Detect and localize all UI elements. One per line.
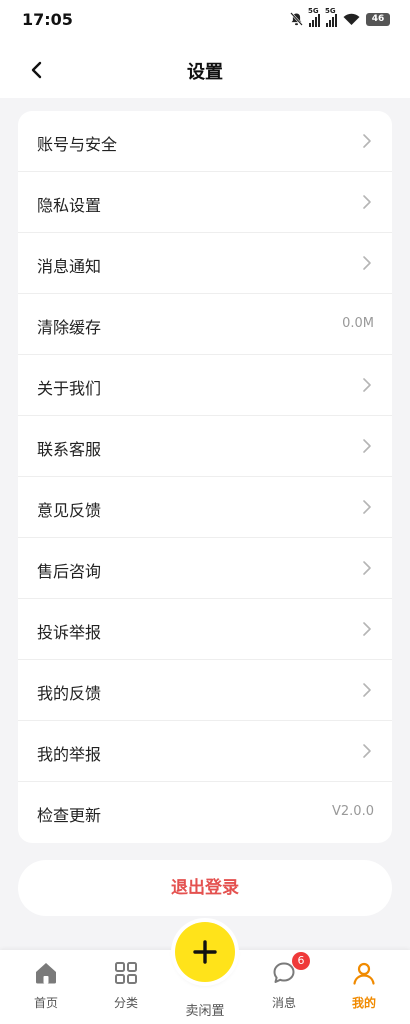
chevron-right-icon [363,439,371,453]
tab-label: 分类 [113,996,138,1010]
logout-button[interactable]: 退出登录 [18,860,392,916]
settings-item-my-feedback[interactable]: 我的反馈 [18,660,392,721]
chevron-right-icon [363,561,371,575]
tab-home[interactable]: 首页 [16,960,76,1011]
unread-badge: 6 [292,952,310,970]
chevron-right-icon [363,134,371,148]
chevron-right-icon [363,256,371,270]
cache-size-value: 0.0M [342,316,374,331]
settings-item-complaint-report[interactable]: 投诉举报 [18,599,392,660]
settings-item-my-reports[interactable]: 我的举报 [18,721,392,782]
bell-muted-icon [290,12,303,26]
chevron-right-icon [363,500,371,514]
person-icon [353,962,375,985]
page-title: 设置 [187,62,223,83]
battery-icon: 46 [366,12,390,26]
settings-item-check-update[interactable]: 检查更新 V2.0.0 [18,782,392,843]
status-bar: 17:05 5G 5G 46 [0,0,410,40]
wifi-icon [343,13,360,25]
settings-item-after-sales[interactable]: 售后咨询 [18,538,392,599]
settings-item-label: 售后咨询 [37,562,102,581]
settings-item-label: 关于我们 [37,379,102,398]
settings-item-label: 投诉举报 [37,623,102,642]
plus-icon [193,940,217,964]
settings-item-label: 我的举报 [37,745,102,764]
settings-item-label: 清除缓存 [37,318,102,337]
settings-item-clear-cache[interactable]: 清除缓存 0.0M [18,294,392,355]
tab-mine[interactable]: 我的 [334,960,394,1011]
tab-label: 首页 [33,996,58,1010]
chevron-right-icon [363,622,371,636]
settings-item-label: 检查更新 [37,806,102,825]
header: 设置 [0,40,410,98]
settings-item-notifications[interactable]: 消息通知 [18,233,392,294]
settings-item-label: 账号与安全 [37,135,118,154]
settings-item-about-us[interactable]: 关于我们 [18,355,392,416]
chevron-right-icon [363,744,371,758]
settings-item-account-security[interactable]: 账号与安全 [18,111,392,172]
settings-item-label: 我的反馈 [37,684,102,703]
settings-item-feedback[interactable]: 意见反馈 [18,477,392,538]
settings-list: 账号与安全 隐私设置 消息通知 清除缓存 0.0M 关于我们 联系客服 意见反馈… [18,111,392,843]
tab-label: 我的 [351,996,376,1010]
status-time: 17:05 [22,10,73,29]
chevron-right-icon [363,378,371,392]
settings-item-privacy[interactable]: 隐私设置 [18,172,392,233]
settings-item-label: 联系客服 [37,440,102,459]
signal-icon: 5G [325,7,337,27]
chevron-right-icon [363,683,371,697]
home-icon [36,963,56,984]
settings-item-label: 意见反馈 [37,501,102,520]
signal-icon: 5G [308,7,320,27]
sell-label[interactable]: 卖闲置 [165,1000,245,1019]
settings-item-label: 隐私设置 [37,196,102,215]
grid-icon [115,962,137,984]
version-value: V2.0.0 [332,804,374,819]
chevron-right-icon [363,195,371,209]
status-icons: 5G 5G 46 [290,7,390,28]
tab-category[interactable]: 分类 [96,960,156,1011]
settings-item-label: 消息通知 [37,257,102,276]
tab-label: 消息 [271,996,296,1010]
settings-item-customer-service[interactable]: 联系客服 [18,416,392,477]
sell-button[interactable] [175,922,235,982]
